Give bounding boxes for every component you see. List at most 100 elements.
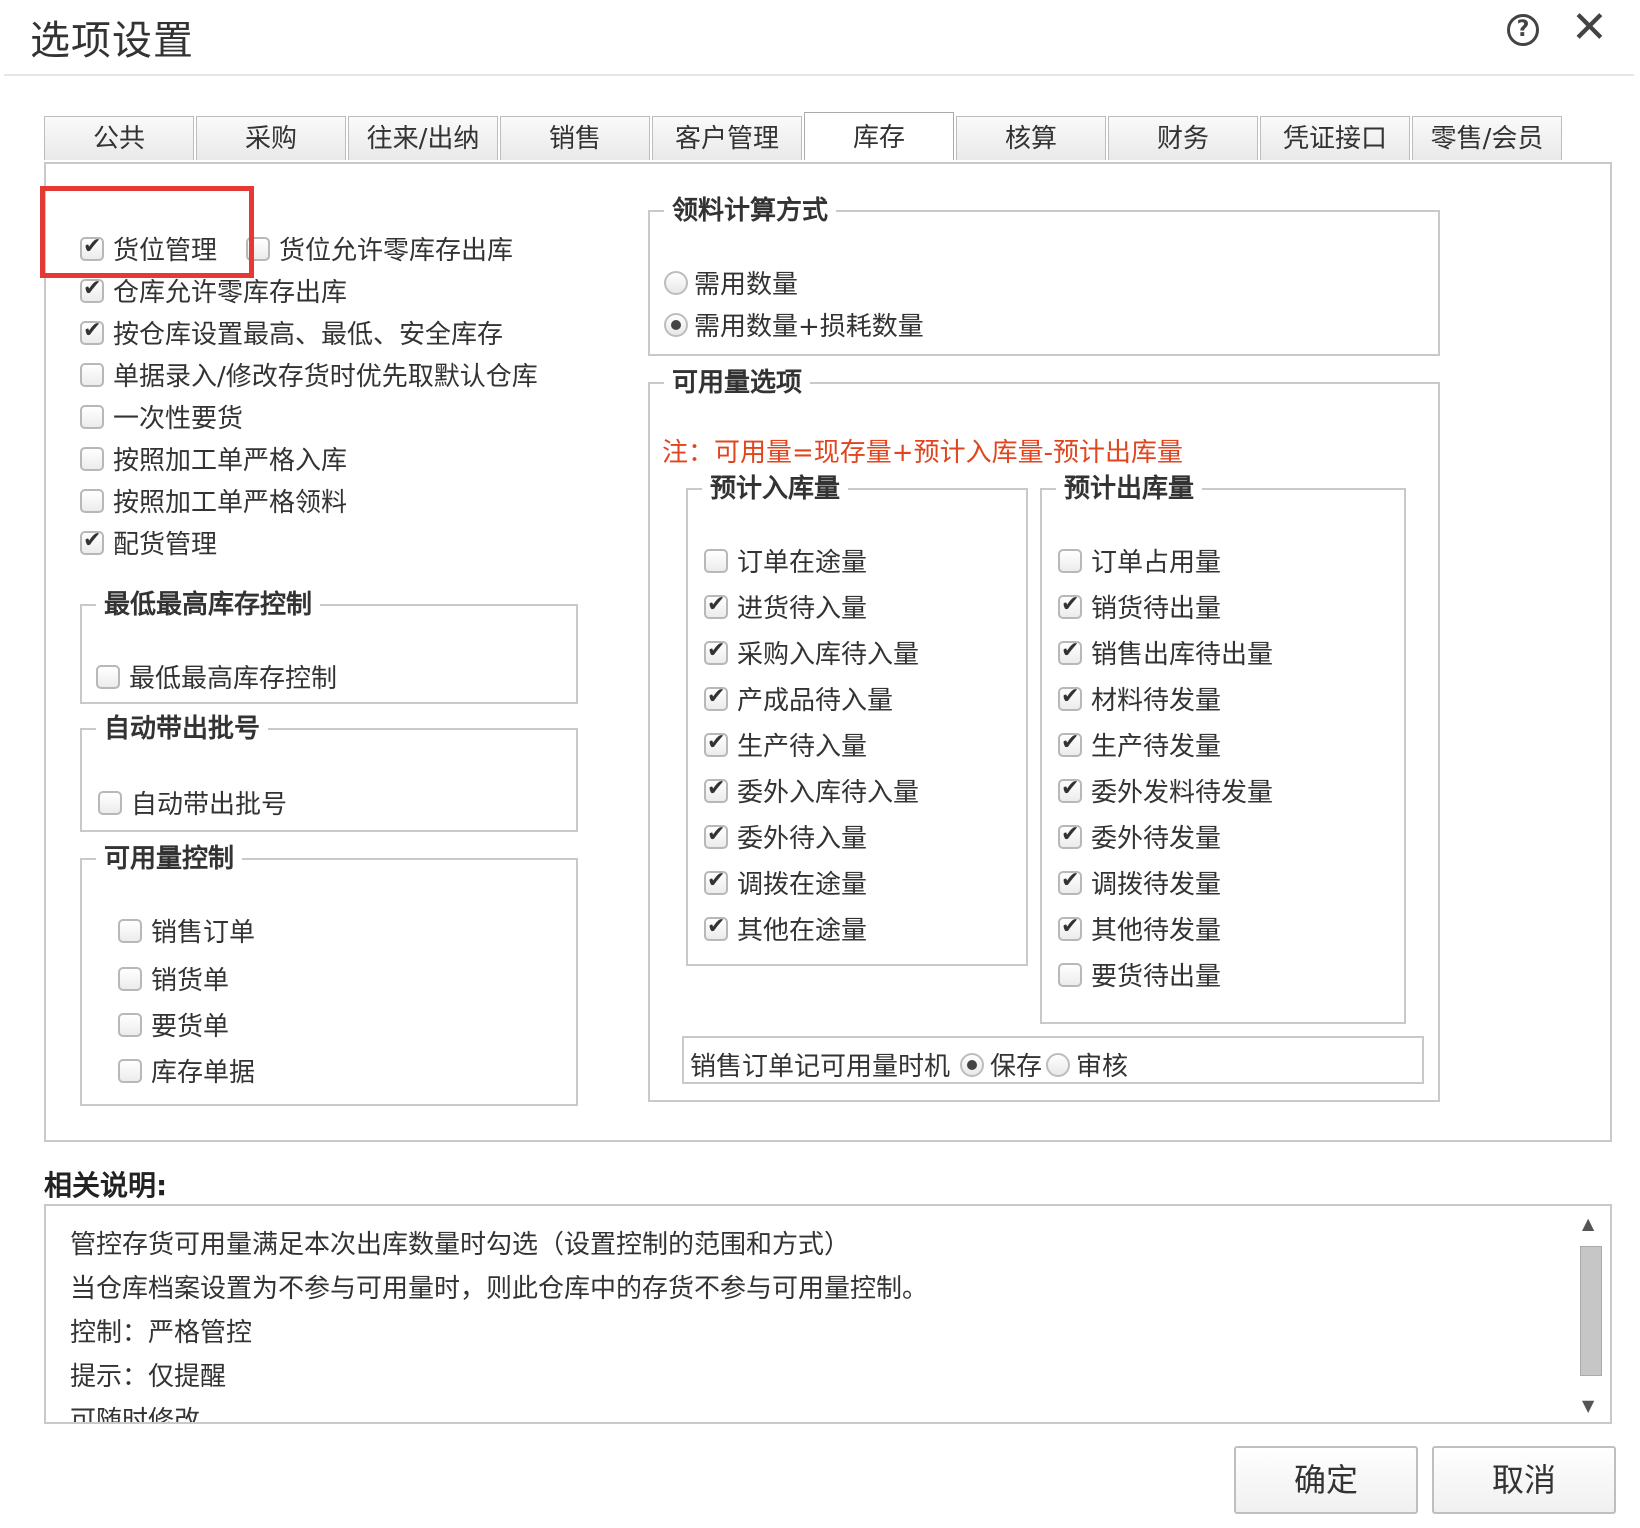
default-warehouse-checkbox[interactable]: 单据录入/修改存货时优先取默认仓库 <box>80 356 538 393</box>
group-title: 自动带出批号 <box>96 708 269 745</box>
strict-inbound-checkbox[interactable]: 按照加工单严格入库 <box>80 440 347 477</box>
distribution-mgmt-checkbox[interactable]: 配货管理 <box>80 524 217 561</box>
checkbox-box <box>1058 776 1082 803</box>
inbound-other-transit-checkbox[interactable]: 其他在途量 <box>704 910 867 947</box>
group-title: 可用量控制 <box>96 838 243 875</box>
dialog-title: 选项设置 <box>30 18 194 64</box>
tab-finance[interactable]: 财务 <box>1108 116 1258 160</box>
location-mgmt-checkbox[interactable]: 货位管理 <box>80 230 217 267</box>
group-title: 领料计算方式 <box>664 190 837 227</box>
tab-accounts-cashier[interactable]: 往来/出纳 <box>348 116 498 160</box>
calc-required-plus-loss-radio[interactable]: 需用数量+损耗数量 <box>664 306 924 343</box>
control-sales-order-checkbox[interactable]: 销售订单 <box>118 912 255 949</box>
min-max-stock-checkbox[interactable]: 最低最高库存控制 <box>96 658 337 695</box>
outbound-outsourced-material-checkbox[interactable]: 委外发料待发量 <box>1058 772 1273 809</box>
strict-material-checkbox[interactable]: 按照加工单严格领料 <box>80 482 347 519</box>
inbound-purchase-receipt-pending-checkbox[interactable]: 采购入库待入量 <box>704 634 919 671</box>
inbound-production-checkbox[interactable]: 生产待入量 <box>704 726 867 763</box>
scroll-thumb[interactable] <box>1580 1246 1602 1376</box>
calc-required-qty-radio[interactable]: 需用数量 <box>664 264 798 301</box>
checkbox-box <box>704 592 728 619</box>
help-icon[interactable]: ? <box>1507 14 1539 46</box>
tab-purchase[interactable]: 采购 <box>196 116 346 160</box>
inbound-purchase-pending-checkbox[interactable]: 进货待入量 <box>704 588 867 625</box>
checkbox-box <box>80 362 104 387</box>
scroll-up-icon[interactable]: ▲ <box>1582 1214 1594 1233</box>
inbound-order-transit-checkbox[interactable]: 订单在途量 <box>704 542 867 579</box>
tab-retail-member[interactable]: 零售/会员 <box>1412 116 1562 160</box>
checkbox-box <box>80 318 104 345</box>
tab-inventory[interactable]: 库存 <box>804 112 954 160</box>
one-time-request-checkbox[interactable]: 一次性要货 <box>80 398 243 435</box>
inbound-transfer-transit-checkbox[interactable]: 调拨在途量 <box>704 864 867 901</box>
checkbox-box <box>1058 684 1082 711</box>
inbound-outsourced-receipt-checkbox[interactable]: 委外入库待入量 <box>704 772 919 809</box>
warehouse-limits-checkbox[interactable]: 按仓库设置最高、最低、安全库存 <box>80 314 503 351</box>
tab-public[interactable]: 公共 <box>44 116 194 160</box>
location-zero-stock-checkbox[interactable]: 货位允许零库存出库 <box>246 230 513 267</box>
checkbox-box <box>96 664 120 689</box>
checkbox-label: 最低最高库存控制 <box>129 664 338 694</box>
checkbox-box <box>118 918 142 943</box>
cancel-button[interactable]: 取消 <box>1432 1446 1616 1514</box>
checkbox-label: 委外待发量 <box>1091 824 1222 854</box>
checkbox-box <box>80 488 104 513</box>
checkbox-box <box>704 914 728 941</box>
checkbox-box <box>704 638 728 665</box>
expected-outbound-group: 预计出库量 订单占用量 销货待出量 销售出库待出量 材料待发量 生产待发量 委外… <box>1040 468 1406 1024</box>
tab-bar: 公共 采购 往来/出纳 销售 客户管理 库存 核算 财务 凭证接口 零售/会员 <box>44 112 1562 162</box>
tab-sales[interactable]: 销售 <box>500 116 650 160</box>
checkbox-box <box>1058 548 1082 573</box>
checkbox-label: 销售订单 <box>151 918 256 948</box>
checkbox-label: 仓库允许零库存出库 <box>113 278 348 308</box>
group-title: 可用量选项 <box>664 362 811 399</box>
tab-voucher-interface[interactable]: 凭证接口 <box>1260 116 1410 160</box>
tab-costing[interactable]: 核算 <box>956 116 1106 160</box>
checkbox-label: 调拨在途量 <box>737 870 868 900</box>
min-max-stock-group: 最低最高库存控制 最低最高库存控制 <box>80 584 578 704</box>
availability-formula-note: 注：可用量=现存量+预计入库量-预计出库量 <box>662 438 1183 468</box>
outbound-transfer-pending-checkbox[interactable]: 调拨待发量 <box>1058 864 1221 901</box>
inbound-outsourced-checkbox[interactable]: 委外待入量 <box>704 818 867 855</box>
outbound-sales-pending-checkbox[interactable]: 销货待出量 <box>1058 588 1221 625</box>
checkbox-label: 采购入库待入量 <box>737 640 920 670</box>
checkbox-box <box>1058 962 1082 987</box>
checkbox-box <box>80 404 104 429</box>
checkbox-label: 货位管理 <box>113 236 218 266</box>
checkbox-label: 要货待出量 <box>1091 962 1222 992</box>
outbound-other-pending-checkbox[interactable]: 其他待发量 <box>1058 910 1221 947</box>
checkbox-box <box>118 966 142 991</box>
radio-label: 需用数量 <box>694 270 799 300</box>
warehouse-zero-stock-checkbox[interactable]: 仓库允许零库存出库 <box>80 272 347 309</box>
radio-circle <box>664 312 688 337</box>
inbound-finished-goods-checkbox[interactable]: 产成品待入量 <box>704 680 893 717</box>
timing-save-radio[interactable]: 保存 <box>960 1046 1042 1083</box>
control-inventory-docs-checkbox[interactable]: 库存单据 <box>118 1052 255 1089</box>
description-line: 控制：严格管控 <box>70 1318 253 1348</box>
outbound-order-reserved-checkbox[interactable]: 订单占用量 <box>1058 542 1221 579</box>
checkbox-box <box>1058 914 1082 941</box>
description-scrollbar[interactable]: ▲ ▼ <box>1576 1210 1606 1418</box>
close-icon[interactable]: ✕ <box>1571 6 1608 50</box>
checkbox-label: 其他待发量 <box>1091 916 1222 946</box>
outbound-material-pending-checkbox[interactable]: 材料待发量 <box>1058 680 1221 717</box>
checkbox-box <box>118 1012 142 1037</box>
scroll-down-icon[interactable]: ▼ <box>1582 1396 1594 1415</box>
title-separator <box>4 74 1634 76</box>
description-line: 管控存货可用量满足本次出库数量时勾选（设置控制的范围和方式） <box>70 1230 851 1260</box>
timing-label: 销售订单记可用量时机 <box>690 1052 951 1082</box>
outbound-production-pending-checkbox[interactable]: 生产待发量 <box>1058 726 1221 763</box>
timing-audit-radio[interactable]: 审核 <box>1046 1046 1128 1083</box>
control-request-slip-checkbox[interactable]: 要货单 <box>118 1006 229 1043</box>
checkbox-label: 单据录入/修改存货时优先取默认仓库 <box>113 362 538 392</box>
outbound-outsourced-checkbox[interactable]: 委外待发量 <box>1058 818 1221 855</box>
control-sales-slip-checkbox[interactable]: 销货单 <box>118 960 229 997</box>
ok-button[interactable]: 确定 <box>1234 1446 1418 1514</box>
tab-customer-mgmt[interactable]: 客户管理 <box>652 116 802 160</box>
checkbox-box <box>80 234 104 261</box>
checkbox-label: 材料待发量 <box>1091 686 1222 716</box>
outbound-sales-issue-pending-checkbox[interactable]: 销售出库待出量 <box>1058 634 1273 671</box>
outbound-request-pending-checkbox[interactable]: 要货待出量 <box>1058 956 1221 993</box>
auto-batch-checkbox[interactable]: 自动带出批号 <box>98 784 287 821</box>
auto-batch-group: 自动带出批号 自动带出批号 <box>80 708 578 832</box>
